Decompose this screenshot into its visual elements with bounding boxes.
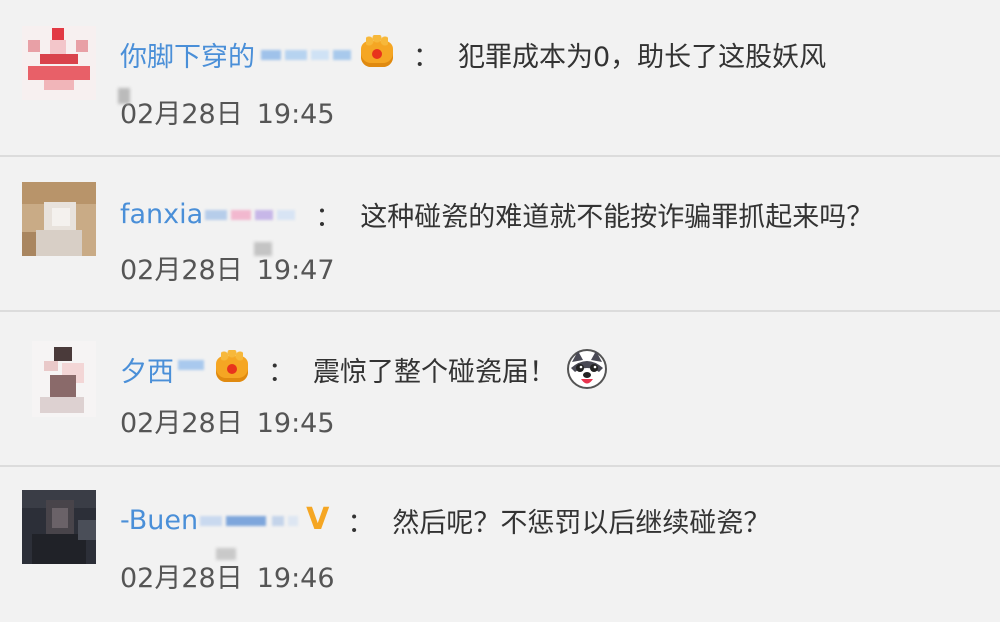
- comment-line: 你脚下穿的 ： 犯罪成本为0，助长了这股妖风: [120, 34, 826, 74]
- crown-icon: [216, 350, 250, 384]
- username-link[interactable]: -Buen: [120, 505, 198, 536]
- avatar[interactable]: [22, 490, 96, 564]
- colon: ：: [347, 507, 375, 539]
- comment-text: 然后呢？不惩罚以后继续碰瓷？: [392, 507, 771, 539]
- comment-list: 你脚下穿的 ： 犯罪成本为0，助长了这股妖风 02月28日 19:45 fanx…: [0, 0, 1000, 594]
- comment-date: 02月28日: [120, 563, 243, 594]
- colon: ：: [315, 201, 343, 233]
- v-badge-icon: V: [306, 502, 330, 537]
- comment-meta: 02月28日 19:47: [120, 242, 335, 287]
- husky-emoji-icon: [566, 348, 608, 390]
- comment-date: 02月28日: [120, 408, 243, 439]
- username-blurred: [200, 507, 300, 533]
- avatar[interactable]: [22, 182, 96, 256]
- comment-text: 这种碰瓷的难道就不能按诈骗罪抓起来吗？: [360, 201, 874, 233]
- colon: ：: [268, 356, 295, 388]
- comment-line: -Buen V ： 然后呢？不惩罚以后继续碰瓷？: [120, 500, 770, 540]
- comment-date: 02月28日: [120, 99, 243, 130]
- colon: ：: [413, 41, 440, 73]
- username-link[interactable]: 你脚下穿的: [120, 35, 255, 74]
- username-blurred: [178, 356, 208, 382]
- avatar[interactable]: [22, 26, 96, 100]
- comment-text: 震惊了整个碰瓷届！: [313, 356, 556, 388]
- comment-date: 02月28日: [120, 255, 243, 286]
- comment-line: 夕西 ： 震惊了整个碰瓷届！: [120, 349, 608, 389]
- username-blurred: [261, 41, 353, 67]
- comment-text: 犯罪成本为0，助长了这股妖风: [458, 41, 827, 73]
- comment-item: -Buen V ： 然后呢？不惩罚以后继续碰瓷？ 02月28日 19:46: [0, 466, 1000, 622]
- username-link[interactable]: 夕西: [120, 350, 174, 389]
- comment-meta: 02月28日 19:45: [118, 88, 335, 131]
- comment-time: 19:45: [256, 99, 335, 130]
- comment-time: 19:46: [256, 563, 335, 594]
- comment-meta: 02月28日 19:46: [120, 548, 335, 595]
- comment-item: 夕西 ： 震惊了整个碰瓷届！ 02月28日 19:45: [0, 311, 1000, 467]
- comment-line: fanxia ： 这种碰瓷的难道就不能按诈骗罪抓起来吗？: [120, 194, 873, 234]
- username-link[interactable]: fanxia: [120, 199, 203, 230]
- username-blurred: [205, 201, 297, 227]
- crown-icon: [361, 35, 395, 69]
- comment-time: 19:45: [256, 408, 335, 439]
- comment-item: 你脚下穿的 ： 犯罪成本为0，助长了这股妖风 02月28日 19:45: [0, 0, 1000, 154]
- avatar[interactable]: [32, 341, 96, 417]
- comment-item: fanxia ： 这种碰瓷的难道就不能按诈骗罪抓起来吗？ 02月28日 19:47: [0, 156, 1000, 312]
- comment-meta: 02月28日 19:45: [120, 401, 335, 440]
- comment-time: 19:47: [256, 255, 335, 286]
